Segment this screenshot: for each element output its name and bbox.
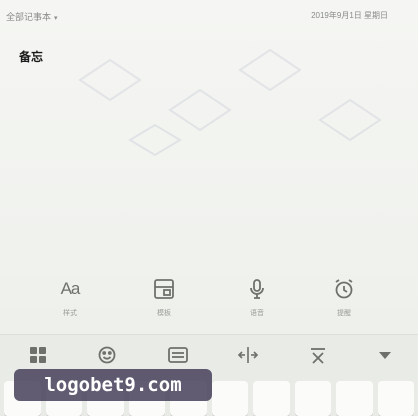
emoji-icon (98, 346, 116, 364)
template-button[interactable]: 模板 (139, 276, 189, 322)
template-label: 模板 (157, 310, 171, 317)
cut-icon (311, 348, 325, 364)
text-format-glyph: Aa (60, 279, 81, 298)
key[interactable] (253, 381, 290, 416)
reminder-label: 提醒 (337, 310, 351, 317)
emoji-button[interactable] (92, 342, 122, 368)
keyboard-switch-button[interactable] (163, 342, 193, 368)
key[interactable] (211, 381, 248, 416)
note-date: 2019年9月1日 星期日 (311, 11, 388, 20)
notebook-selector[interactable]: 全部记事本 ▾ (6, 10, 58, 23)
template-icon (151, 276, 177, 302)
collapse-keyboard-button[interactable] (370, 342, 400, 368)
format-button[interactable]: Aa 样式 (45, 276, 95, 322)
cursor-move-icon (237, 347, 259, 363)
text-format-icon: Aa (57, 276, 83, 302)
grid-icon (30, 347, 46, 363)
cursor-move-button[interactable] (233, 342, 263, 368)
voice-label: 语音 (250, 310, 264, 317)
chevron-down-icon: ▾ (54, 15, 58, 22)
note-editor-screen: 全部记事本 ▾ 2019年9月1日 星期日 备忘 Aa 样式 模板 语音 提醒 … (0, 0, 418, 416)
notebook-selector-label: 全部记事本 (6, 12, 52, 22)
format-label: 样式 (63, 310, 77, 317)
key[interactable] (294, 381, 331, 416)
microphone-icon (244, 276, 270, 302)
key[interactable] (377, 381, 414, 416)
note-title[interactable]: 备忘 (19, 48, 43, 65)
cut-button[interactable] (303, 342, 333, 368)
keyboard-icon (168, 347, 188, 363)
voice-button[interactable]: 语音 (232, 276, 282, 322)
watermark: logobet9.com (14, 369, 212, 401)
key[interactable] (336, 381, 373, 416)
note-body[interactable] (14, 68, 404, 268)
alarm-clock-icon (331, 276, 357, 302)
collapse-keyboard-icon (379, 352, 391, 359)
reminder-button[interactable]: 提醒 (319, 276, 369, 322)
keyboard-menu-button[interactable] (23, 342, 53, 368)
